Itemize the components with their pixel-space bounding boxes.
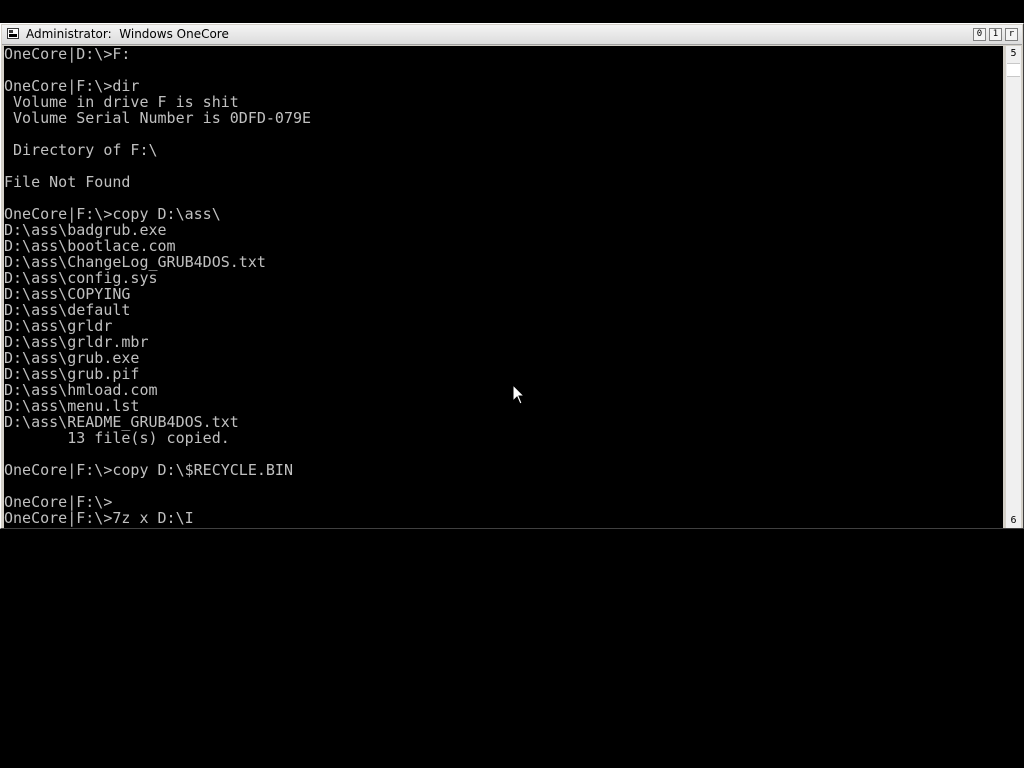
maximize-button[interactable]: 1	[989, 28, 1002, 41]
console-line: Directory of F:\	[4, 141, 158, 159]
scroll-down-button[interactable]: 6	[1006, 513, 1021, 528]
console-line: OneCore|F:\>dir	[4, 77, 140, 95]
console-line: D:\ass\COPYING	[4, 285, 131, 303]
console-line: D:\ass\grub.pif	[4, 365, 140, 383]
console-window-icon[interactable]	[7, 28, 19, 39]
console-line: D:\ass\hmload.com	[4, 381, 158, 399]
console-lines: OneCore|D:\>F: OneCore|F:\>dir Volume in …	[4, 46, 1003, 526]
console-line: OneCore|F:\>	[4, 493, 113, 511]
console-line: Volume Serial Number is 0DFD-079E	[4, 109, 312, 127]
console-line: D:\ass\bootlace.com	[4, 237, 176, 255]
scroll-up-button[interactable]: 5	[1006, 46, 1021, 61]
console-window: Administrator: Windows OneCore 0 1 r One…	[0, 23, 1024, 529]
console-line: D:\ass\grub.exe	[4, 349, 140, 367]
console-line: OneCore|F:\>copy D:\$RECYCLE.BIN	[4, 461, 293, 479]
window-controls: 0 1 r	[973, 28, 1018, 41]
console-line: File Not Found	[4, 173, 131, 191]
console-line: OneCore|F:\>copy D:\ass\	[4, 205, 221, 223]
console-line: D:\ass\ChangeLog_GRUB4DOS.txt	[4, 253, 266, 271]
vertical-scrollbar[interactable]: 5 6	[1006, 46, 1021, 528]
console-line: D:\ass\default	[4, 301, 131, 319]
console-line: OneCore|D:\>F:	[4, 46, 131, 63]
console-line: Volume in drive F is shit	[4, 93, 239, 111]
console-line: OneCore|F:\>7z x D:\I	[4, 509, 194, 527]
console-line: D:\ass\menu.lst	[4, 397, 140, 415]
close-button[interactable]: r	[1005, 28, 1018, 41]
title-bar[interactable]: Administrator: Windows OneCore 0 1 r	[2, 25, 1022, 45]
console-line: D:\ass\grldr.mbr	[4, 333, 149, 351]
console-line: 13 file(s) copied.	[4, 429, 230, 447]
console-output[interactable]: OneCore|D:\>F: OneCore|F:\>dir Volume in …	[4, 46, 1003, 528]
window-title: Administrator: Windows OneCore	[26, 27, 229, 41]
minimize-button[interactable]: 0	[973, 28, 986, 41]
console-line: D:\ass\grldr	[4, 317, 113, 335]
scroll-thumb[interactable]	[1007, 63, 1020, 77]
mouse-pointer-icon	[512, 384, 526, 405]
console-line: D:\ass\badgrub.exe	[4, 221, 167, 239]
console-line: D:\ass\README_GRUB4DOS.txt	[4, 413, 239, 431]
console-line: D:\ass\config.sys	[4, 269, 158, 287]
